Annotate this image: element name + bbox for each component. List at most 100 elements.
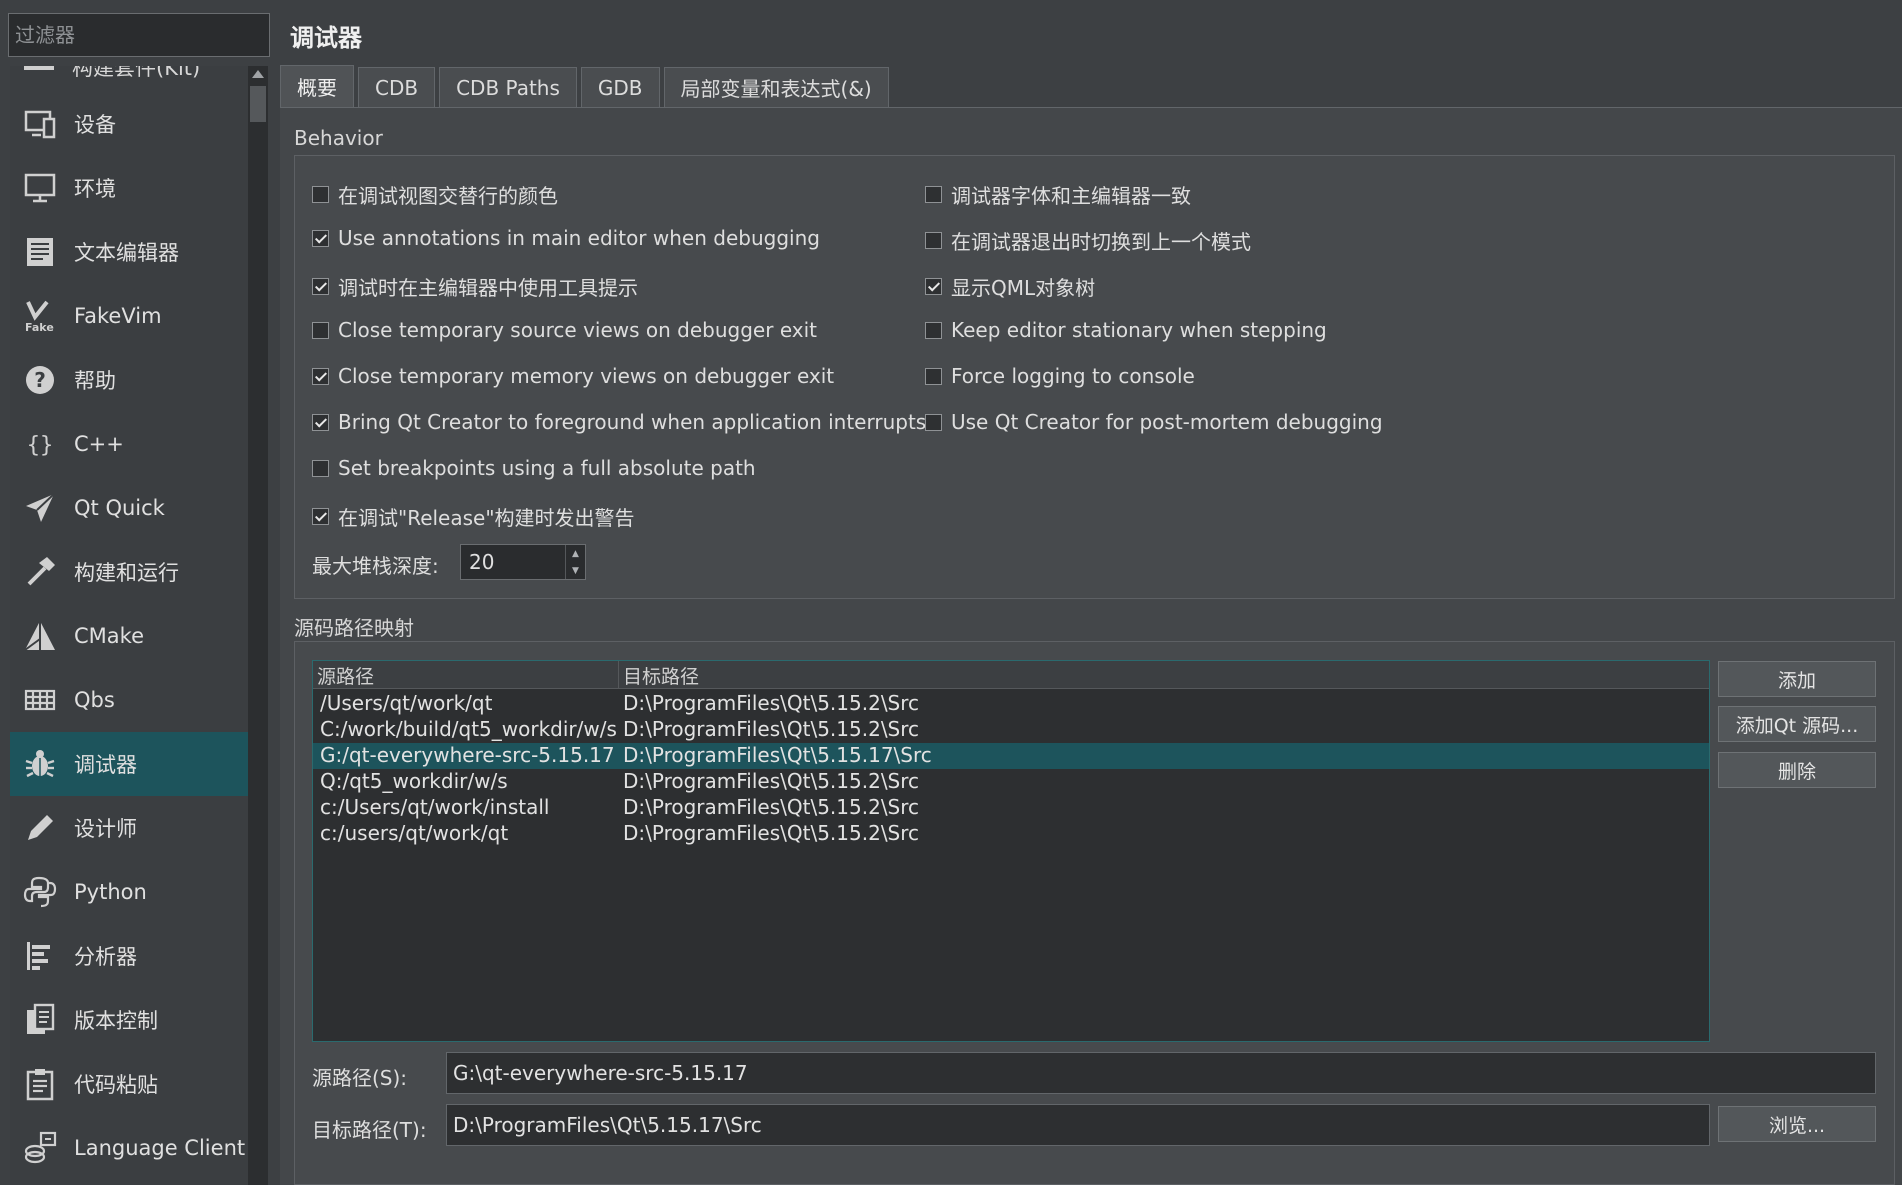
checkbox-checked-icon[interactable]	[312, 413, 329, 431]
stack-depth-spinbox[interactable]: ▲ ▼	[460, 544, 586, 580]
checkbox-checked-icon[interactable]	[925, 278, 942, 295]
sidebar-item-label: 设计师	[74, 817, 137, 841]
page-title: 调试器	[290, 24, 362, 52]
sidebar-item-label: 文本编辑器	[74, 241, 179, 265]
behavior-checkbox[interactable]: Bring Qt Creator to foreground when appl…	[312, 410, 926, 434]
checkbox-unchecked-icon[interactable]	[925, 413, 942, 431]
behavior-checkbox[interactable]: Keep editor stationary when stepping	[925, 318, 1327, 342]
source-map-table[interactable]: 源路径 目标路径 /Users/qt/work/qt D:\ProgramFile…	[312, 660, 1710, 1042]
behavior-checkbox[interactable]: 在调试器退出时切换到上一个模式	[925, 226, 1251, 255]
checkbox-checked-icon[interactable]	[312, 508, 329, 525]
remove-button[interactable]: 删除	[1718, 752, 1876, 788]
sidebar-item[interactable]: CMake	[10, 604, 248, 668]
tab[interactable]: 局部变量和表达式(&)	[663, 67, 889, 107]
help-icon: ?	[22, 362, 58, 398]
device-icon	[22, 106, 58, 142]
checkbox-label: 调试器字体和主编辑器一致	[951, 184, 1191, 208]
tab[interactable]: CDB	[358, 67, 436, 107]
behavior-checkbox[interactable]: 显示QML对象树	[925, 272, 1095, 301]
nav-scrollbar[interactable]	[248, 66, 268, 1185]
tab[interactable]: GDB	[580, 67, 660, 107]
checkbox-checked-icon[interactable]	[312, 278, 329, 295]
behavior-checkbox[interactable]: 调试器字体和主编辑器一致	[925, 180, 1191, 209]
spin-down-icon[interactable]: ▼	[566, 562, 585, 579]
checkbox-unchecked-icon[interactable]	[312, 186, 329, 203]
checkbox-label: Set breakpoints using a full absolute pa…	[338, 456, 756, 480]
table-row[interactable]: Q:/qt5_workdir/w/s D:\ProgramFiles\Qt\5.1…	[313, 769, 1709, 795]
sidebar-item[interactable]: 设备	[10, 92, 248, 156]
checkbox-unchecked-icon[interactable]	[925, 186, 942, 203]
checkbox-label: Bring Qt Creator to foreground when appl…	[338, 410, 927, 434]
source-path-cell: c:/Users/qt/work/install	[320, 795, 550, 819]
sidebar-item[interactable]: ? 帮助	[10, 348, 248, 412]
behavior-checkbox[interactable]: Close temporary memory views on debugger…	[312, 364, 834, 388]
stack-depth-input[interactable]	[461, 545, 565, 579]
sidebar-item[interactable]: Qt Quick	[10, 476, 248, 540]
sidebar-item[interactable]: 设计师	[10, 796, 248, 860]
checkbox-unchecked-icon[interactable]	[925, 321, 942, 339]
behavior-checkbox[interactable]: 调试时在主编辑器中使用工具提示	[312, 272, 638, 301]
pencil-icon	[22, 810, 58, 846]
behavior-checkbox[interactable]: Set breakpoints using a full absolute pa…	[312, 456, 756, 480]
checkbox-unchecked-icon[interactable]	[312, 459, 329, 477]
behavior-checkbox[interactable]: Force logging to console	[925, 364, 1195, 388]
checkbox-label: 调试时在主编辑器中使用工具提示	[338, 276, 638, 300]
behavior-checkbox[interactable]: Close temporary source views on debugger…	[312, 318, 817, 342]
source-path-cell: c:/users/qt/work/qt	[320, 821, 509, 845]
checkbox-checked-icon[interactable]	[312, 367, 329, 385]
browse-button[interactable]: 浏览...	[1718, 1106, 1876, 1142]
sidebar-item[interactable]: 构建和运行	[10, 540, 248, 604]
table-row[interactable]: c:/users/qt/work/qt D:\ProgramFiles\Qt\5.…	[313, 821, 1709, 847]
sidebar-item[interactable]: {} C++	[10, 412, 248, 476]
table-row[interactable]: G:/qt-everywhere-src-5.15.17 D:\ProgramFi…	[313, 743, 1709, 769]
behavior-checkbox[interactable]: 在调试视图交替行的颜色	[312, 180, 558, 209]
source-path-field[interactable]	[446, 1052, 1876, 1094]
checkbox-label: Use annotations in main editor when debu…	[338, 226, 820, 250]
source-map-group-title: 源码路径映射	[294, 616, 414, 640]
behavior-checkbox[interactable]: Use annotations in main editor when debu…	[312, 226, 820, 250]
sidebar-item[interactable]: 文本编辑器	[10, 220, 248, 284]
table-row[interactable]: c:/Users/qt/work/install D:\ProgramFiles\…	[313, 795, 1709, 821]
sidebar-item[interactable]: 调试器	[10, 732, 248, 796]
spin-up-icon[interactable]: ▲	[566, 545, 585, 562]
nav-item-cut-off[interactable]: 构建套件(Kit)	[24, 66, 234, 80]
bug-icon	[22, 746, 58, 782]
sidebar-item[interactable]: 代码粘贴	[10, 1052, 248, 1116]
behavior-checkbox[interactable]: 在调试"Release"构建时发出警告	[312, 502, 635, 531]
sidebar-item[interactable]: Fake FakeVim	[10, 284, 248, 348]
stack-depth-label: 最大堆栈深度:	[312, 554, 439, 578]
sidebar-item-label: Qt Quick	[74, 496, 165, 520]
column-header-source[interactable]: 源路径	[313, 661, 619, 689]
add-qt-source-button[interactable]: 添加Qt 源码...	[1718, 706, 1876, 742]
scroll-thumb[interactable]	[250, 86, 266, 122]
sidebar-item[interactable]: Qbs	[10, 668, 248, 732]
behavior-checkbox[interactable]: Use Qt Creator for post-mortem debugging	[925, 410, 1383, 434]
tab[interactable]: CDB Paths	[439, 67, 577, 107]
table-row[interactable]: C:/work/build/qt5_workdir/w/s D:\ProgramF…	[313, 717, 1709, 743]
target-path-field[interactable]	[446, 1104, 1710, 1146]
scroll-up-arrow-icon[interactable]	[252, 70, 264, 78]
column-header-target[interactable]: 目标路径	[619, 661, 699, 689]
add-button[interactable]: 添加	[1718, 661, 1876, 697]
sidebar-item[interactable]: 环境	[10, 156, 248, 220]
settings-category-list: 构建套件(Kit) 设备环境文本编辑器 Fake FakeVim? 帮助 {} C++ Qt…	[10, 66, 248, 1185]
sidebar-item[interactable]: 分析器	[10, 924, 248, 988]
tab[interactable]: 概要	[280, 65, 354, 107]
monitor-icon	[22, 170, 58, 206]
sidebar-item[interactable]: 版本控制	[10, 988, 248, 1052]
checkbox-unchecked-icon[interactable]	[312, 321, 329, 339]
checkbox-unchecked-icon[interactable]	[925, 367, 942, 385]
sidebar-item[interactable]: Python	[10, 860, 248, 924]
filter-input[interactable]	[8, 13, 270, 57]
checkbox-checked-icon[interactable]	[312, 229, 329, 247]
checkbox-label: Close temporary memory views on debugger…	[338, 364, 835, 388]
checkbox-unchecked-icon[interactable]	[925, 232, 942, 249]
hammer-icon	[22, 554, 58, 590]
sidebar-item-label: FakeVim	[74, 304, 162, 328]
sidebar-item-label: 环境	[74, 177, 116, 201]
sidebar-item-label: Qbs	[74, 688, 115, 712]
table-row[interactable]: /Users/qt/work/qt D:\ProgramFiles\Qt\5.15…	[313, 691, 1709, 717]
sidebar-item-label: Python	[74, 880, 147, 904]
sidebar-item[interactable]: Language Client	[10, 1116, 248, 1180]
checkbox-label: Keep editor stationary when stepping	[951, 318, 1327, 342]
